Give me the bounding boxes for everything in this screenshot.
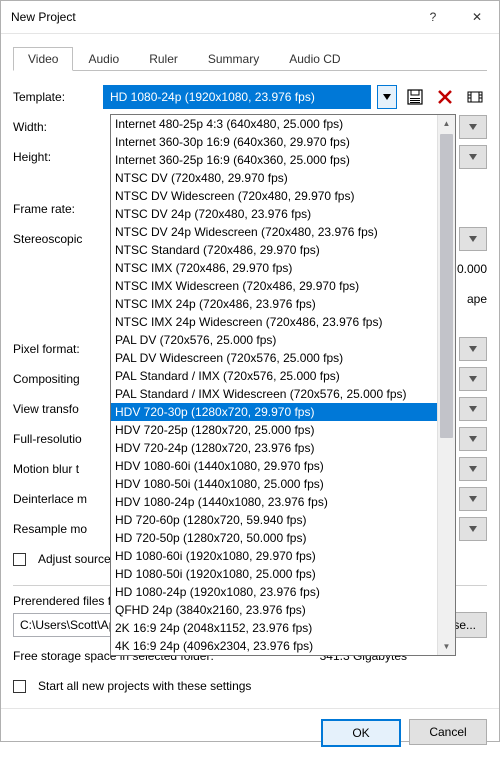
view-transform-label: View transfo <box>13 402 97 416</box>
close-button[interactable]: ✕ <box>455 1 499 33</box>
template-option[interactable]: 2K 16:9 24p (2048x1152, 23.976 fps) <box>111 619 437 637</box>
titlebar: New Project ? ✕ <box>1 1 499 34</box>
scroll-track[interactable] <box>438 132 455 638</box>
template-option[interactable]: HDV 720-24p (1280x720, 23.976 fps) <box>111 439 437 457</box>
template-option[interactable]: HDV 720-25p (1280x720, 25.000 fps) <box>111 421 437 439</box>
pixel-format-dropdown[interactable] <box>459 337 487 361</box>
chevron-down-icon <box>469 436 477 442</box>
template-option[interactable]: HD 720-60p (1280x720, 59.940 fps) <box>111 511 437 529</box>
template-option[interactable]: Internet 360-25p 16:9 (640x360, 25.000 f… <box>111 151 437 169</box>
template-dropdown-arrow[interactable] <box>377 85 397 109</box>
stereoscopic-label: Stereoscopic <box>13 232 97 246</box>
template-option[interactable]: HDV 1080-24p (1440x1080, 23.976 fps) <box>111 493 437 511</box>
template-selected: HD 1080-24p (1920x1080, 23.976 fps) <box>110 90 315 104</box>
chevron-down-icon <box>469 124 477 130</box>
template-label: Template: <box>13 90 97 104</box>
view-transform-dropdown[interactable] <box>459 397 487 421</box>
dropdown-scrollbar[interactable]: ▲ ▼ <box>437 115 455 655</box>
template-option[interactable]: PAL DV Widescreen (720x576, 25.000 fps) <box>111 349 437 367</box>
save-template-button[interactable] <box>403 85 427 109</box>
template-option[interactable]: PAL DV (720x576, 25.000 fps) <box>111 331 437 349</box>
ok-button[interactable]: OK <box>321 719 401 747</box>
chevron-down-icon <box>469 376 477 382</box>
chevron-down-icon <box>469 154 477 160</box>
project-settings-dialog: New Project ? ✕ Video Audio Ruler Summar… <box>0 0 500 742</box>
template-option[interactable]: HD 1080-50i (1920x1080, 25.000 fps) <box>111 565 437 583</box>
window-title: New Project <box>11 10 411 24</box>
chevron-down-icon <box>469 346 477 352</box>
template-option[interactable]: HDV 720-30p (1280x720, 29.970 fps) <box>111 403 437 421</box>
tab-video[interactable]: Video <box>13 47 73 71</box>
stereoscopic-dropdown[interactable] <box>459 227 487 251</box>
template-option[interactable]: NTSC IMX Widescreen (720x486, 29.970 fps… <box>111 277 437 295</box>
scroll-thumb[interactable] <box>440 134 453 438</box>
match-media-button[interactable] <box>463 85 487 109</box>
template-option[interactable]: Internet 480-25p 4:3 (640x480, 25.000 fp… <box>111 115 437 133</box>
template-option[interactable]: PAL Standard / IMX (720x576, 25.000 fps) <box>111 367 437 385</box>
chevron-down-icon <box>469 406 477 412</box>
width-aspect-dropdown[interactable] <box>459 115 487 139</box>
pixel-format-label: Pixel format: <box>13 342 97 356</box>
delete-template-button[interactable] <box>433 85 457 109</box>
start-all-label: Start all new projects with these settin… <box>38 679 251 693</box>
full-resolution-label: Full-resolutio <box>13 432 97 446</box>
template-dropdown-items: Internet 480-25p 4:3 (640x480, 25.000 fp… <box>111 115 437 655</box>
tab-audio-cd[interactable]: Audio CD <box>274 47 355 71</box>
template-option[interactable]: HDV 1080-50i (1440x1080, 25.000 fps) <box>111 475 437 493</box>
start-all-row: Start all new projects with these settin… <box>13 674 487 698</box>
cancel-button[interactable]: Cancel <box>409 719 487 745</box>
delete-icon <box>438 90 452 104</box>
tab-strip: Video Audio Ruler Summary Audio CD <box>13 46 487 71</box>
save-icon <box>407 89 423 105</box>
compositing-label: Compositing <box>13 372 97 386</box>
template-option[interactable]: NTSC IMX 24p Widescreen (720x486, 23.976… <box>111 313 437 331</box>
template-dropdown-list[interactable]: Internet 480-25p 4:3 (640x480, 25.000 fp… <box>110 114 456 656</box>
compositing-dropdown[interactable] <box>459 367 487 391</box>
chevron-down-icon <box>469 236 477 242</box>
resample-label: Resample mo <box>13 522 97 536</box>
dialog-footer: OK Cancel <box>1 708 499 757</box>
template-dropdown[interactable]: HD 1080-24p (1920x1080, 23.976 fps) <box>103 85 371 109</box>
scroll-up-button[interactable]: ▲ <box>438 115 455 132</box>
template-option[interactable]: 4K 16:9 24p (4096x2304, 23.976 fps) <box>111 637 437 655</box>
template-option[interactable]: HD 720-50p (1280x720, 50.000 fps) <box>111 529 437 547</box>
height-label: Height: <box>13 150 97 164</box>
width-label: Width: <box>13 120 97 134</box>
tab-summary[interactable]: Summary <box>193 47 274 71</box>
scroll-down-button[interactable]: ▼ <box>438 638 455 655</box>
frame-rate-label: Frame rate: <box>13 202 97 216</box>
template-option[interactable]: HDV 1080-60i (1440x1080, 29.970 fps) <box>111 457 437 475</box>
template-option[interactable]: NTSC Standard (720x486, 29.970 fps) <box>111 241 437 259</box>
template-option[interactable]: NTSC DV 24p (720x480, 23.976 fps) <box>111 205 437 223</box>
chevron-down-icon <box>383 94 391 100</box>
template-row: Template: HD 1080-24p (1920x1080, 23.976… <box>13 85 487 109</box>
template-option[interactable]: NTSC DV 24p Widescreen (720x480, 23.976 … <box>111 223 437 241</box>
motion-blur-dropdown[interactable] <box>459 457 487 481</box>
template-option[interactable]: Internet 360-30p 16:9 (640x360, 29.970 f… <box>111 133 437 151</box>
template-option[interactable]: NTSC IMX 24p (720x486, 23.976 fps) <box>111 295 437 313</box>
deinterlace-label: Deinterlace m <box>13 492 97 506</box>
motion-blur-label: Motion blur t <box>13 462 97 476</box>
tab-audio[interactable]: Audio <box>73 47 134 71</box>
template-option[interactable]: HD 1080-24p (1920x1080, 23.976 fps) <box>111 583 437 601</box>
filmstrip-icon <box>467 89 483 105</box>
resample-dropdown[interactable] <box>459 517 487 541</box>
template-option[interactable]: NTSC DV (720x480, 29.970 fps) <box>111 169 437 187</box>
aux-text: ape <box>467 292 487 306</box>
full-resolution-dropdown[interactable] <box>459 427 487 451</box>
chevron-down-icon <box>469 526 477 532</box>
chevron-down-icon <box>469 466 477 472</box>
chevron-down-icon <box>469 496 477 502</box>
help-button[interactable]: ? <box>411 1 455 33</box>
height-aspect-dropdown[interactable] <box>459 145 487 169</box>
template-option[interactable]: NTSC DV Widescreen (720x480, 29.970 fps) <box>111 187 437 205</box>
template-option[interactable]: NTSC IMX (720x486, 29.970 fps) <box>111 259 437 277</box>
start-all-checkbox[interactable] <box>13 680 26 693</box>
tab-ruler[interactable]: Ruler <box>134 47 193 71</box>
adjust-source-checkbox[interactable] <box>13 553 26 566</box>
deinterlace-dropdown[interactable] <box>459 487 487 511</box>
template-option[interactable]: QFHD 24p (3840x2160, 23.976 fps) <box>111 601 437 619</box>
template-option[interactable]: PAL Standard / IMX Widescreen (720x576, … <box>111 385 437 403</box>
template-option[interactable]: HD 1080-60i (1920x1080, 29.970 fps) <box>111 547 437 565</box>
